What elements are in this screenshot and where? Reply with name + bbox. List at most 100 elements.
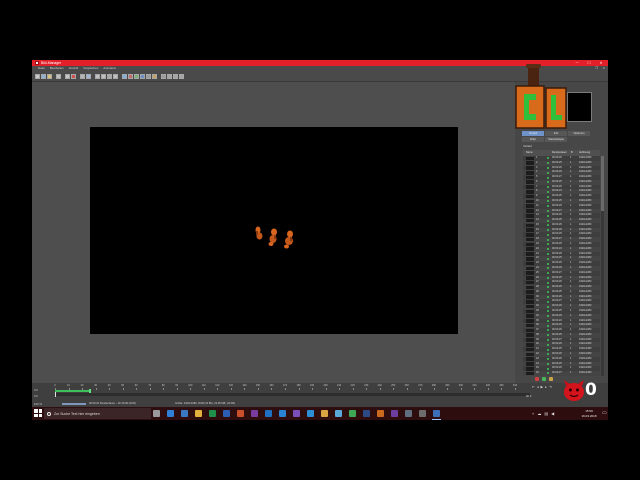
timeline-tick <box>447 387 448 390</box>
render-figure <box>255 226 263 240</box>
play-icon[interactable]: ▶ <box>541 385 544 389</box>
search-input[interactable] <box>54 408 149 419</box>
save-icon[interactable] <box>41 74 46 79</box>
chevron-up-icon[interactable]: ˄ <box>532 410 534 417</box>
edge-icon[interactable] <box>167 410 174 417</box>
blue-channel-icon[interactable] <box>140 74 145 79</box>
clock-date: 16.03.2018 <box>581 413 597 418</box>
row-thumbnail <box>526 256 534 261</box>
vs-code-icon[interactable] <box>307 410 314 417</box>
taskbar-apps <box>153 410 441 420</box>
grid-icon[interactable] <box>161 74 166 79</box>
outlook-icon[interactable] <box>265 410 272 417</box>
tab-info[interactable]: Info <box>545 131 567 136</box>
folder-icon[interactable] <box>321 410 328 417</box>
timeline-track[interactable] <box>55 393 530 396</box>
excel-icon[interactable] <box>209 410 216 417</box>
toolbar-groups <box>35 74 184 79</box>
onedrive-icon[interactable]: ☁ <box>537 410 541 417</box>
skip-end-icon[interactable]: ⇥ <box>549 385 552 389</box>
open-icon[interactable] <box>35 74 40 79</box>
refresh-icon[interactable] <box>542 377 546 381</box>
red-channel-icon[interactable] <box>128 74 133 79</box>
timeline-tick <box>393 387 394 390</box>
history-thumbnail[interactable] <box>514 64 568 130</box>
compare-thumbnail[interactable] <box>567 92 592 122</box>
rendered-image[interactable] <box>90 127 458 334</box>
row-thumbnail <box>526 290 534 295</box>
rgb-icon[interactable] <box>122 74 127 79</box>
calculator-icon[interactable] <box>419 410 426 417</box>
star-icon[interactable] <box>549 377 553 381</box>
notepad-icon[interactable] <box>335 410 342 417</box>
frame-start-label[interactable]: 0 F <box>34 388 38 392</box>
frame-current-label[interactable]: 0 F <box>34 394 38 398</box>
row-thumbnail <box>526 352 534 357</box>
chrome-icon[interactable] <box>349 410 356 417</box>
row-thumbnail <box>526 156 534 161</box>
row-thumbnail <box>526 295 534 299</box>
zoom-fit-icon[interactable] <box>80 74 85 79</box>
image-viewport[interactable] <box>32 82 515 383</box>
compare-split-icon[interactable] <box>113 74 118 79</box>
visual-studio-icon[interactable] <box>293 410 300 417</box>
notification-icon[interactable]: ▭ <box>602 410 607 417</box>
stop-render-icon[interactable] <box>71 74 76 79</box>
timeline-ruler[interactable]: 0 10 20 30 40 50 60 70 80 90 100 110 120 130 140 150 160… <box>54 384 525 393</box>
clock[interactable]: 15:59 16.03.2018 <box>577 409 601 419</box>
info-icon[interactable] <box>56 74 61 79</box>
powerpoint-icon[interactable] <box>237 410 244 417</box>
task-view-icon[interactable] <box>153 410 160 417</box>
explorer-icon[interactable] <box>195 410 202 417</box>
toolbar-group <box>95 74 118 79</box>
lut-icon[interactable] <box>179 74 184 79</box>
step-forward-icon[interactable]: ▸ <box>545 385 547 389</box>
tab-verlauf[interactable]: Verlauf <box>522 131 544 136</box>
start-button[interactable] <box>34 409 43 418</box>
mail-icon[interactable] <box>279 410 286 417</box>
timeline-tick <box>420 387 421 390</box>
playhead[interactable] <box>55 392 56 397</box>
history-scrollbar[interactable] <box>601 156 604 376</box>
premiere-icon[interactable] <box>391 410 398 417</box>
swap-ab-icon[interactable] <box>107 74 112 79</box>
frame-end-label[interactable]: 90 F <box>526 394 532 398</box>
timeline-tick <box>312 387 313 390</box>
copy-icon[interactable] <box>65 74 70 79</box>
save-as-icon[interactable] <box>47 74 52 79</box>
delete-icon[interactable] <box>535 377 539 381</box>
green-channel-icon[interactable] <box>134 74 139 79</box>
onenote-icon[interactable] <box>251 410 258 417</box>
network-app-icon[interactable] <box>405 410 412 417</box>
search-box[interactable] <box>44 408 151 419</box>
filter-icon[interactable] <box>152 74 157 79</box>
zoom-label[interactable]: 100 % <box>34 402 42 406</box>
toolbar-group <box>35 74 52 79</box>
tab-stereoskopie[interactable]: Stereoskopie <box>545 137 567 142</box>
timeline-tick <box>136 387 137 390</box>
word-icon[interactable] <box>223 410 230 417</box>
tab-optionen[interactable]: Optionen <box>568 131 590 136</box>
status-ok-icon <box>547 358 549 361</box>
illustrator-icon[interactable] <box>377 410 384 417</box>
history-row[interactable]: 46 00:00:27 1 1920x1080 <box>523 371 600 376</box>
timeline-tick <box>366 387 367 390</box>
store-icon[interactable] <box>181 410 188 417</box>
step-back-icon[interactable]: ◂ <box>537 385 539 389</box>
status-ok-icon <box>547 186 549 189</box>
compare-a-icon[interactable] <box>95 74 100 79</box>
volume-icon[interactable]: ◀ <box>551 410 554 417</box>
skip-start-icon[interactable]: ⇤ <box>532 385 535 389</box>
status-ok-icon <box>547 281 549 284</box>
scrollbar-thumb[interactable] <box>601 156 604 211</box>
network-icon[interactable]: ▤ <box>544 410 548 417</box>
cinema4d-icon[interactable] <box>432 410 441 420</box>
tab-filter[interactable]: Filter <box>522 137 544 142</box>
histogram-icon[interactable] <box>173 74 178 79</box>
picture-viewer-icon[interactable] <box>35 61 39 65</box>
alpha-channel-icon[interactable] <box>146 74 151 79</box>
stereo-icon[interactable] <box>167 74 172 79</box>
zoom-100-icon[interactable] <box>86 74 91 79</box>
compare-b-icon[interactable] <box>101 74 106 79</box>
photoshop-icon[interactable] <box>363 410 370 417</box>
